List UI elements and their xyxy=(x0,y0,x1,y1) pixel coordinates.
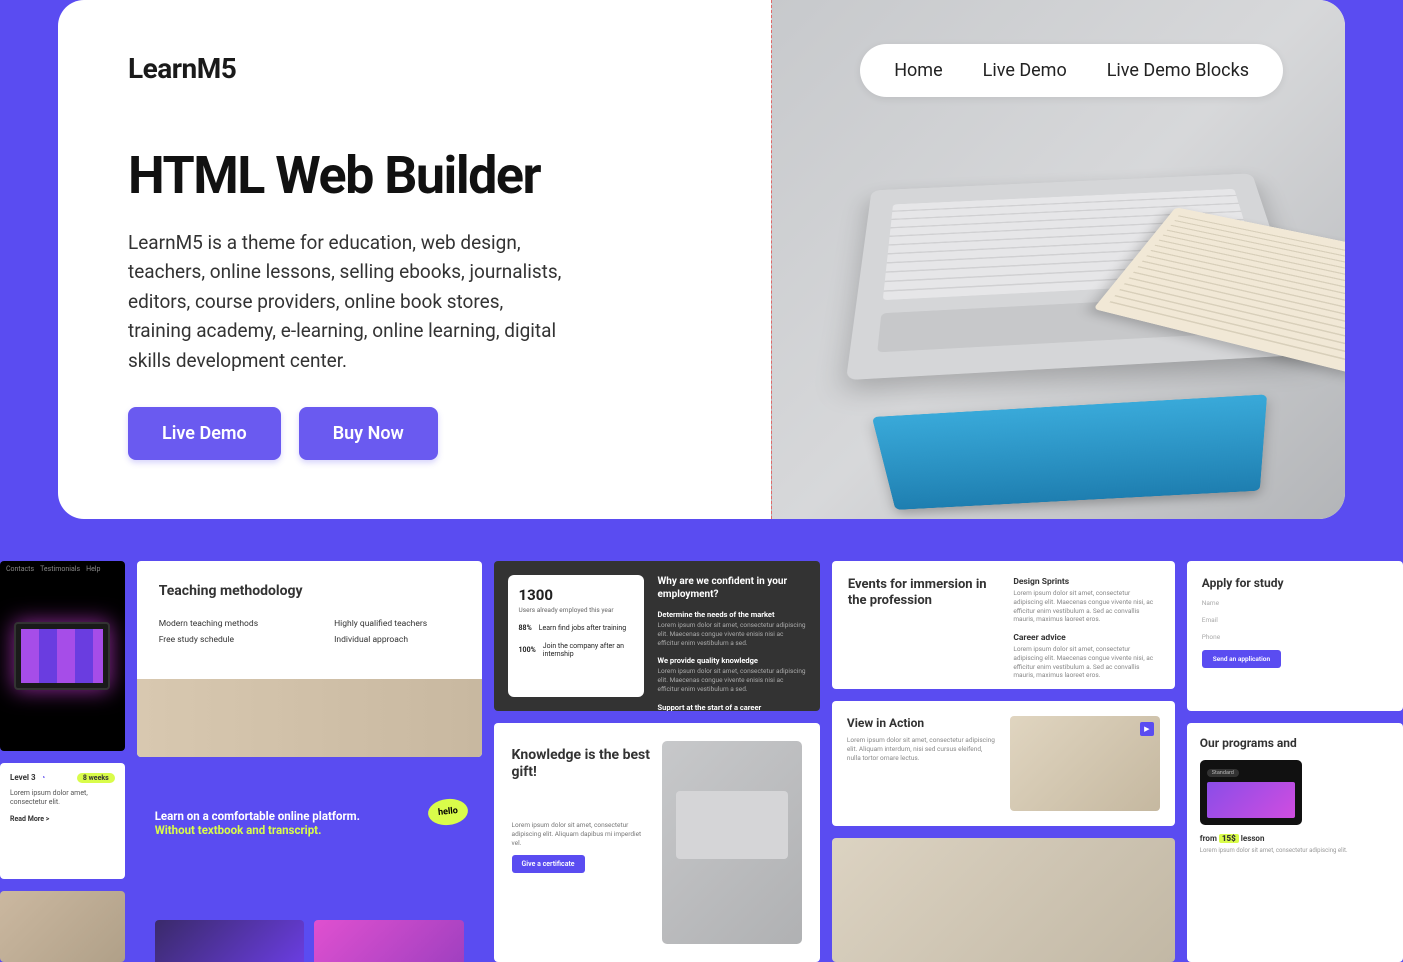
preview-knowledge: Knowledge is the best gift! Lorem ipsum … xyxy=(494,723,820,962)
tab-help: Help xyxy=(86,565,100,573)
give-certificate-button[interactable]: Give a certificate xyxy=(512,855,585,873)
nav-home[interactable]: Home xyxy=(894,60,942,81)
monitor-icon xyxy=(14,622,110,690)
hero-description: LearnM5 is a theme for education, web de… xyxy=(128,228,568,375)
program-text: Lorem ipsum dolor sit amet, consectetur … xyxy=(1200,847,1390,855)
logo: LearnM5 xyxy=(128,52,701,85)
apply-email-field[interactable]: Email xyxy=(1202,616,1388,624)
knowledge-text: Lorem ipsum dolor sit amet, consectetur … xyxy=(512,821,652,848)
stats-sub: Users already employed this year xyxy=(519,606,633,614)
program-card: Standard xyxy=(1200,760,1302,825)
level-text: Lorem ipsum dolor amet, consectetur elit… xyxy=(10,789,115,809)
clock-icon: ◔ xyxy=(41,773,46,782)
preview-apply: Apply for study Name Email Phone Send an… xyxy=(1187,561,1403,711)
hero-title: HTML Web Builder xyxy=(128,145,701,206)
read-more-link[interactable]: Read More > xyxy=(10,815,115,823)
preview-level-card: Level 3 ◔ 8 weeks Lorem ipsum dolor amet… xyxy=(0,763,125,880)
events-sub1: Design Sprints xyxy=(1013,577,1158,587)
program-image xyxy=(1207,782,1295,818)
preview-bottom-image xyxy=(832,838,1175,962)
play-icon[interactable]: ▶ xyxy=(1140,722,1154,736)
stats-pct1-text: Learn find jobs after training xyxy=(539,624,626,632)
teach-item: Highly qualified teachers xyxy=(334,619,459,629)
preview-stats: 1300 Users already employed this year 88… xyxy=(494,561,820,711)
apply-phone-field[interactable]: Phone xyxy=(1202,633,1388,641)
teach-item: Free study schedule xyxy=(159,635,284,645)
learn-line2: Without textbook and transcript. xyxy=(155,823,464,837)
events-sub2: Career advice xyxy=(1013,633,1158,643)
preview-teaching: Teaching methodology Modern teaching met… xyxy=(137,561,482,757)
tab-contacts: Contacts xyxy=(6,565,34,573)
monitor-tabs: Contacts Testimonials Help xyxy=(6,565,100,573)
view-heading: View in Action xyxy=(847,716,996,730)
apply-heading: Apply for study xyxy=(1202,576,1388,590)
knowledge-heading: Knowledge is the best gift! xyxy=(512,747,652,781)
gallery-col-3: Events for immersion in the profession D… xyxy=(832,561,1175,962)
preview-programs: Our programs and Standard from 15$ lesso… xyxy=(1187,723,1403,962)
view-text: Lorem ipsum dolor sit amet, consectetur … xyxy=(847,736,996,762)
stats-d1: Lorem ipsum dolor sit amet, consectetur … xyxy=(658,621,806,647)
level-badge: 8 weeks xyxy=(77,773,115,783)
learn-line1: Learn on a comfortable online platform. xyxy=(155,809,464,823)
preview-view-action: View in Action Lorem ipsum dolor sit ame… xyxy=(832,701,1175,826)
hero-buttons: Live Demo Buy Now xyxy=(128,407,701,460)
view-image: ▶ xyxy=(1010,716,1159,811)
stats-h1: Determine the needs of the market xyxy=(658,610,806,619)
stats-number: 1300 xyxy=(519,586,633,604)
preview-small-image xyxy=(0,891,125,962)
stats-question: Why are we confident in your employment? xyxy=(658,575,806,601)
gallery-col-2: 1300 Users already employed this year 88… xyxy=(494,561,820,962)
gallery-col-0: Contacts Testimonials Help Level 3 ◔ 8 w… xyxy=(0,561,125,962)
nav-live-demo-blocks[interactable]: Live Demo Blocks xyxy=(1107,60,1249,81)
teach-item: Individual approach xyxy=(334,635,459,645)
gallery-col-4: Apply for study Name Email Phone Send an… xyxy=(1187,561,1403,962)
preview-monitor: Contacts Testimonials Help xyxy=(0,561,125,751)
preview-learn-platform: hello Learn on a comfortable online plat… xyxy=(137,769,482,962)
stats-pct1: 88% xyxy=(519,624,532,632)
teaching-images xyxy=(137,679,482,757)
laptop-icon xyxy=(676,791,788,859)
knowledge-image xyxy=(662,741,802,944)
preview-events: Events for immersion in the profession D… xyxy=(832,561,1175,689)
level-label: Level 3 xyxy=(10,773,36,782)
live-demo-button[interactable]: Live Demo xyxy=(128,407,281,460)
stats-right: Why are we confident in your employment?… xyxy=(658,575,806,697)
events-p1: Lorem ipsum dolor sit amet, consectetur … xyxy=(1013,589,1158,624)
program-price: from 15$ lesson xyxy=(1200,834,1390,843)
stats-pct2: 100% xyxy=(519,646,536,654)
teaching-heading: Teaching methodology xyxy=(159,583,460,599)
events-heading: Events for immersion in the profession xyxy=(848,577,993,608)
stats-h3: Support at the start of a career xyxy=(658,703,806,711)
stats-pct2-text: Join the company after an internship xyxy=(543,642,633,658)
apply-name-field[interactable]: Name xyxy=(1202,599,1388,607)
program-tag: Standard xyxy=(1207,769,1239,777)
laptop-screen-illustration xyxy=(872,394,1267,510)
preview-gallery: Contacts Testimonials Help Level 3 ◔ 8 w… xyxy=(0,561,1403,962)
top-nav: Home Live Demo Live Demo Blocks xyxy=(860,44,1283,97)
stats-card: 1300 Users already employed this year 88… xyxy=(508,575,644,697)
programs-heading: Our programs and xyxy=(1200,736,1390,750)
teach-item: Modern teaching methods xyxy=(159,619,284,629)
hero-content: LearnM5 HTML Web Builder LearnM5 is a th… xyxy=(58,0,771,519)
events-p2: Lorem ipsum dolor sit amet, consectetur … xyxy=(1013,645,1158,680)
send-application-button[interactable]: Send an application xyxy=(1202,650,1281,668)
stats-h2: We provide quality knowledge xyxy=(658,656,806,665)
learn-images xyxy=(155,920,464,962)
gallery-col-1: Teaching methodology Modern teaching met… xyxy=(137,561,482,962)
tab-testimonials: Testimonials xyxy=(40,565,80,573)
nav-live-demo[interactable]: Live Demo xyxy=(983,60,1067,81)
buy-now-button[interactable]: Buy Now xyxy=(299,407,438,460)
stats-d2: Lorem ipsum dolor sit amet, consectetur … xyxy=(658,667,806,693)
